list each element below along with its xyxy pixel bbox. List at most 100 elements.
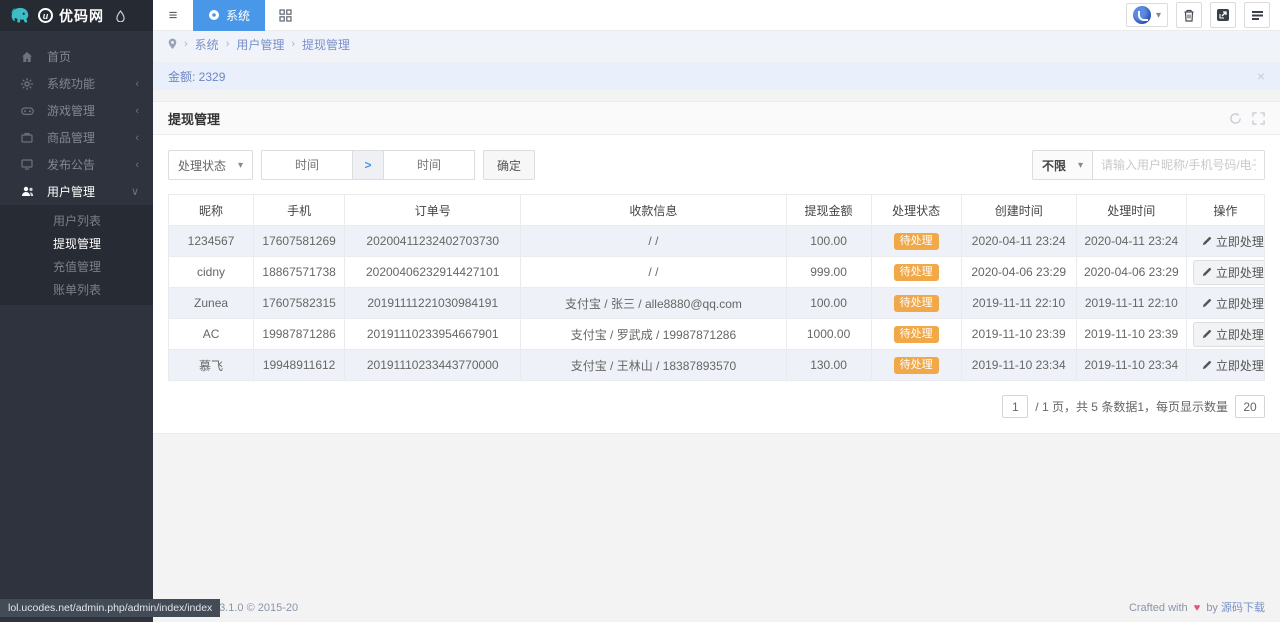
breadcrumb-separator: › [184, 38, 188, 50]
chevron-left-icon: ‹ [135, 159, 139, 171]
caret-down-icon: ▾ [238, 160, 243, 171]
trash-icon [1183, 9, 1195, 22]
cell-order-no: 20191111221030984191 [345, 288, 521, 319]
clear-cache-button[interactable] [1176, 2, 1202, 28]
process-now-button[interactable]: 立即处理 [1193, 353, 1265, 378]
amount-text: 金额: 2329 [168, 68, 225, 85]
cell-phone: 18867571738 [254, 257, 345, 288]
cell-action: 立即处理 [1186, 226, 1264, 257]
page-size-input[interactable] [1235, 395, 1265, 418]
time-to-input[interactable] [383, 150, 475, 180]
cell-payee: 支付宝 / 张三 / alle8880@qq.com [521, 288, 786, 319]
pencil-icon [1202, 329, 1212, 339]
cell-amount: 130.00 [786, 350, 871, 381]
table-row: 1234567 17607581269 20200411232402703730… [169, 226, 1265, 257]
breadcrumb-link-user-management[interactable]: 用户管理 [236, 36, 284, 53]
sidebar-item-system-功能[interactable]: 系统功能 ‹ [0, 70, 153, 97]
log-list-button[interactable] [1244, 2, 1270, 28]
submenu-item-bills[interactable]: 账单列表 [0, 278, 153, 301]
cell-action: 立即处理 [1186, 350, 1264, 381]
cell-order-no: 20200411232402703730 [345, 226, 521, 257]
fullscreen-icon[interactable] [1252, 112, 1265, 125]
search-input[interactable] [1093, 150, 1265, 180]
sidebar-item-goods[interactable]: 商品管理 ‹ [0, 124, 153, 151]
process-now-button[interactable]: 立即处理 [1193, 291, 1265, 316]
cell-created: 2020-04-06 23:29 [961, 257, 1076, 288]
time-from-input[interactable] [261, 150, 353, 180]
col-header-payee: 收款信息 [521, 195, 786, 226]
location-pin-icon [168, 38, 177, 50]
list-lines-icon [1251, 10, 1264, 21]
col-header-status: 处理状态 [871, 195, 961, 226]
users-icon [20, 186, 34, 197]
users-submenu: 用户列表 提现管理 充值管理 账单列表 [0, 205, 153, 305]
cell-amount: 1000.00 [786, 319, 871, 350]
cell-status: 待处理 [871, 319, 961, 350]
search-scope-select[interactable]: 不限 ▾ [1032, 150, 1093, 180]
cell-nickname: 慕飞 [169, 350, 254, 381]
process-now-button[interactable]: 立即处理 [1193, 322, 1265, 347]
breadcrumb-current[interactable]: 提现管理 [302, 36, 350, 53]
panel-header: 提现管理 [153, 102, 1280, 135]
status-select[interactable]: 处理状态 ▾ [168, 150, 253, 180]
sidebar-item-home[interactable]: 首页 [0, 43, 153, 70]
logo[interactable]: u 优码网 [0, 0, 153, 31]
process-now-button[interactable]: 立即处理 [1193, 229, 1265, 254]
pencil-icon [1202, 360, 1212, 370]
heart-icon: ♥ [1194, 602, 1201, 614]
breadcrumb-link-system[interactable]: 系统 [195, 36, 219, 53]
cell-order-no: 20191110233443770000 [345, 350, 521, 381]
user-menu-button[interactable]: ▾ [1126, 3, 1168, 27]
topbar: ≡ 系统 ▾ [153, 0, 1280, 31]
submenu-item-recharge[interactable]: 充值管理 [0, 255, 153, 278]
sidebar-item-label: 发布公告 [47, 156, 95, 173]
cell-processed: 2019-11-10 23:34 [1076, 350, 1186, 381]
sidebar: u 优码网 首页 系统功能 ‹ 游戏管理 ‹ 商品管理 [0, 0, 153, 622]
cell-nickname: AC [169, 319, 254, 350]
cell-payee: 支付宝 / 王林山 / 18387893570 [521, 350, 786, 381]
open-frontend-button[interactable] [1210, 2, 1236, 28]
submenu-item-withdraw[interactable]: 提现管理 [0, 232, 153, 255]
table-row: 慕飞 19948911612 20191110233443770000 支付宝 … [169, 350, 1265, 381]
droplet-icon [116, 10, 125, 22]
cell-order-no: 20200406232914427101 [345, 257, 521, 288]
topbar-right: ▾ [1126, 2, 1280, 28]
submenu-item-user-list[interactable]: 用户列表 [0, 209, 153, 232]
tab-label: 系统 [226, 7, 250, 24]
cell-nickname: 1234567 [169, 226, 254, 257]
close-icon[interactable]: × [1257, 68, 1265, 84]
cell-processed: 2020-04-11 23:24 [1076, 226, 1186, 257]
amount-alert-bar: 金额: 2329 × [153, 62, 1280, 90]
footer-version: 3.1.0 © 2015-20 [219, 602, 298, 614]
page-number-input[interactable] [1002, 395, 1028, 418]
sidebar-item-notice[interactable]: 发布公告 ‹ [0, 151, 153, 178]
sidebar-item-game[interactable]: 游戏管理 ‹ [0, 97, 153, 124]
dot-circle-icon [208, 9, 220, 21]
chevron-left-icon: ‹ [135, 78, 139, 90]
footer-by-text: by [1206, 602, 1218, 614]
hamburger-menu-icon[interactable]: ≡ [153, 7, 193, 24]
sidebar-item-users[interactable]: 用户管理 ∨ [0, 178, 153, 205]
sidebar-menu: 首页 系统功能 ‹ 游戏管理 ‹ 商品管理 ‹ 发布公告 ‹ [0, 43, 153, 305]
confirm-button[interactable]: 确定 [483, 150, 535, 180]
table-row: Zunea 17607582315 20191111221030984191 支… [169, 288, 1265, 319]
filter-bar: 处理状态 ▾ > 确定 不限 ▾ [168, 150, 1265, 180]
cell-processed: 2020-04-06 23:29 [1076, 257, 1186, 288]
chevron-down-icon: ∨ [131, 185, 139, 198]
cell-phone: 17607582315 [254, 288, 345, 319]
footer-credit-link[interactable]: 源码下载 [1221, 602, 1265, 614]
submenu-item-label: 提现管理 [53, 235, 101, 252]
cell-status: 待处理 [871, 350, 961, 381]
tab-system[interactable]: 系统 [193, 0, 265, 31]
refresh-icon[interactable] [1229, 112, 1242, 125]
cell-created: 2019-11-11 22:10 [961, 288, 1076, 319]
board-icon [20, 159, 34, 170]
sidebar-item-label: 系统功能 [47, 75, 95, 92]
process-now-button[interactable]: 立即处理 [1193, 260, 1265, 285]
grid-apps-icon[interactable] [279, 9, 292, 22]
cell-action: 立即处理 [1186, 319, 1264, 350]
status-badge: 待处理 [894, 326, 939, 343]
sidebar-item-label: 首页 [47, 48, 71, 65]
cell-status: 待处理 [871, 288, 961, 319]
panel-body: 处理状态 ▾ > 确定 不限 ▾ [153, 135, 1280, 433]
